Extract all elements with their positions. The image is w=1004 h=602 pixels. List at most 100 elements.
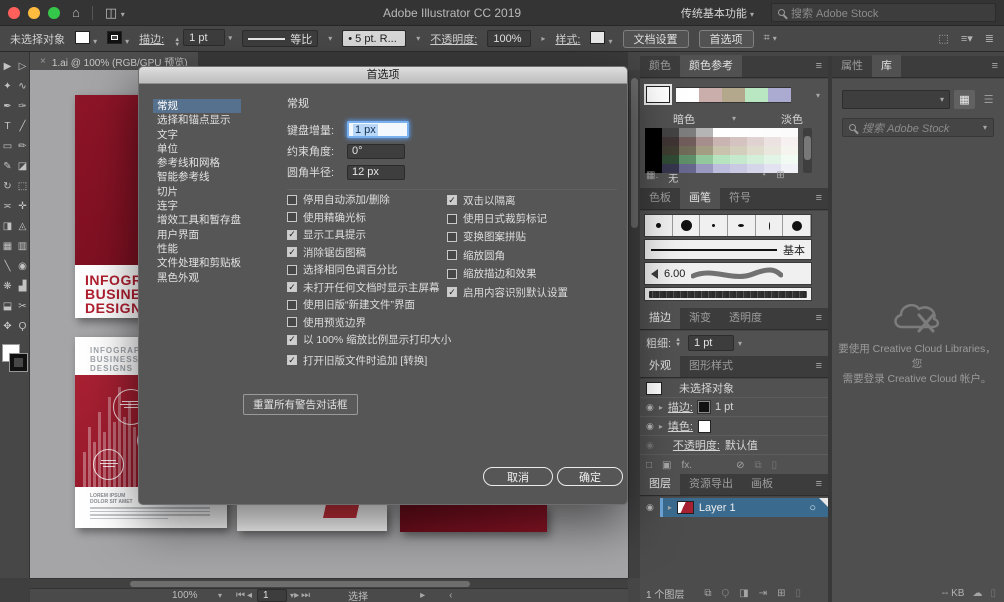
unchecked-box-icon[interactable]	[287, 195, 297, 205]
artboard-number-field[interactable]: 1	[257, 589, 287, 602]
brush-definition-select[interactable]: • 5 pt. R...	[342, 30, 406, 47]
layer-row[interactable]: ◉ ▸ Layer 1 ○	[640, 498, 828, 517]
brush-dot-0[interactable]	[645, 215, 673, 236]
color-cell-2-3[interactable]	[696, 146, 713, 155]
color-cell-3-5[interactable]	[730, 155, 747, 164]
selection-tool[interactable]: ▶	[0, 56, 15, 76]
color-cell-2-1[interactable]	[662, 146, 679, 155]
library-select[interactable]: ▾	[842, 90, 950, 109]
harmony-swatch-2[interactable]	[722, 87, 745, 103]
checkbox-chkLeft-2[interactable]: 显示工具提示	[287, 226, 451, 244]
checkbox-chkLeft-8[interactable]: 以 100% 缩放比例显示打印大小	[287, 331, 451, 349]
unchecked-box-icon[interactable]	[287, 300, 297, 310]
list-view-button[interactable]: ☰	[978, 90, 999, 109]
color-cell-1-0[interactable]	[645, 137, 662, 146]
brush-row-calligraphic[interactable]: 6.00	[644, 262, 812, 285]
line-segment-tool[interactable]: ╱	[15, 116, 30, 136]
artboard-3[interactable]	[237, 505, 387, 531]
color-cell-0-6[interactable]	[747, 128, 764, 137]
new-layer-icon[interactable]: ⊞	[777, 588, 785, 599]
unchecked-box-icon[interactable]	[287, 265, 297, 275]
artboard-tool[interactable]: ⬓	[0, 296, 15, 316]
pref-category-6[interactable]: 切片	[153, 185, 241, 199]
tab-color-1[interactable]: 颜色参考	[680, 55, 742, 77]
touch-workspace-icon[interactable]: ⬚	[938, 32, 948, 45]
color-cell-3-4[interactable]	[713, 155, 730, 164]
rectangle-tool[interactable]: ▭	[0, 136, 15, 156]
harmony-swatch-4[interactable]	[768, 87, 791, 103]
status-menu-icon[interactable]: ▸	[420, 590, 427, 601]
panel-menu-icon[interactable]: ≡	[816, 307, 822, 329]
unchecked-box-icon[interactable]	[287, 317, 297, 327]
weight-value[interactable]: 1 pt	[688, 335, 734, 351]
horizontal-scrollbar-thumb[interactable]	[130, 581, 470, 587]
checked-box-icon[interactable]	[287, 335, 297, 345]
first-artboard-icon[interactable]: ⏮	[236, 590, 247, 601]
edit-colors-icon[interactable]: ◔	[760, 170, 766, 185]
color-cell-1-7[interactable]	[764, 137, 781, 146]
layer-visibility-eye-icon[interactable]: ◉	[646, 502, 654, 513]
eyedropper-tool[interactable]: ╲	[0, 256, 15, 276]
slice-tool[interactable]: ✂	[15, 296, 30, 316]
checkbox-chkLeft-6[interactable]: 使用旧版“新建文件”界面	[287, 296, 451, 314]
grid-view-button[interactable]: ▦	[954, 90, 975, 109]
fill-stroke-control[interactable]	[2, 344, 28, 374]
document-setup-button[interactable]: 文档设置	[623, 30, 689, 48]
color-cell-0-0[interactable]	[645, 128, 662, 137]
pref-category-3[interactable]: 单位	[153, 142, 241, 156]
checked-box-icon[interactable]	[287, 230, 297, 240]
opacity-field[interactable]: 100%	[487, 30, 531, 47]
harmony-chevron-icon[interactable]: ▾	[816, 91, 820, 100]
stroke-row-swatch[interactable]	[698, 401, 710, 413]
checkbox-chkLeft-5[interactable]: 未打开任何文档时显示主屏幕	[287, 279, 451, 297]
pref-category-5[interactable]: 智能参考线	[153, 170, 241, 184]
brush-dot-5[interactable]	[783, 215, 811, 236]
weight-chevron-icon[interactable]: ▾	[738, 339, 742, 348]
ok-button[interactable]: 确定	[557, 467, 623, 486]
close-document-icon[interactable]: ×	[40, 56, 46, 67]
tab-libraries-1[interactable]: 库	[872, 55, 901, 77]
color-cell-1-4[interactable]	[713, 137, 730, 146]
color-cell-2-5[interactable]	[730, 146, 747, 155]
harmony-swatch-1[interactable]	[699, 87, 722, 103]
weight-stepper[interactable]: ▲▼	[675, 338, 681, 348]
locate-object-icon[interactable]: Ϙ	[721, 588, 729, 599]
fill-row-swatch[interactable]	[698, 420, 711, 433]
library-search-field[interactable]: 搜索 Adobe Stock ▾	[842, 118, 994, 137]
tab-brushes-2[interactable]: 符号	[720, 187, 760, 209]
perspective-grid-tool[interactable]: ◬	[15, 216, 30, 236]
brush-row-dots[interactable]	[644, 214, 812, 237]
tab-appearance-0[interactable]: 外观	[640, 355, 680, 377]
delete-item-icon[interactable]: ▯	[772, 460, 778, 471]
pref-category-9[interactable]: 用户界面	[153, 228, 241, 242]
color-cell-3-3[interactable]	[696, 155, 713, 164]
scroll-left-icon[interactable]: ‹	[449, 590, 454, 601]
checkbox-chkRight-3[interactable]: 缩放圆角	[447, 246, 568, 264]
checked-box-icon[interactable]	[447, 287, 457, 297]
reset-warnings-button[interactable]: 重置所有警告对话框	[243, 394, 358, 415]
checked-box-icon[interactable]	[287, 355, 297, 365]
tab-stroke-0[interactable]: 描边	[640, 307, 680, 329]
tab-stroke-1[interactable]: 渐变	[680, 307, 720, 329]
pref-category-12[interactable]: 黑色外观	[153, 271, 241, 285]
color-cell-3-0[interactable]	[645, 155, 662, 164]
color-cell-3-2[interactable]	[679, 155, 696, 164]
color-cell-2-0[interactable]	[645, 146, 662, 155]
prev-artboard-icon[interactable]: ◂	[247, 590, 254, 601]
column-graph-tool[interactable]: ▟	[15, 276, 30, 296]
color-cell-1-6[interactable]	[747, 137, 764, 146]
checked-box-icon[interactable]	[287, 247, 297, 257]
shape-builder-tool[interactable]: ◨	[0, 216, 15, 236]
color-cell-0-1[interactable]	[662, 128, 679, 137]
color-cell-1-2[interactable]	[679, 137, 696, 146]
color-cell-1-5[interactable]	[730, 137, 747, 146]
make-mask-icon[interactable]: ◨	[739, 588, 748, 599]
home-icon[interactable]: ⌂	[72, 5, 80, 20]
pref-category-2[interactable]: 文字	[153, 128, 241, 142]
delete-layer-icon[interactable]: ▯	[796, 588, 802, 599]
close-window-button[interactable]	[8, 7, 20, 19]
unchecked-box-icon[interactable]	[447, 232, 457, 242]
color-cell-2-4[interactable]	[713, 146, 730, 155]
color-cell-0-7[interactable]	[764, 128, 781, 137]
pref-category-10[interactable]: 性能	[153, 242, 241, 256]
